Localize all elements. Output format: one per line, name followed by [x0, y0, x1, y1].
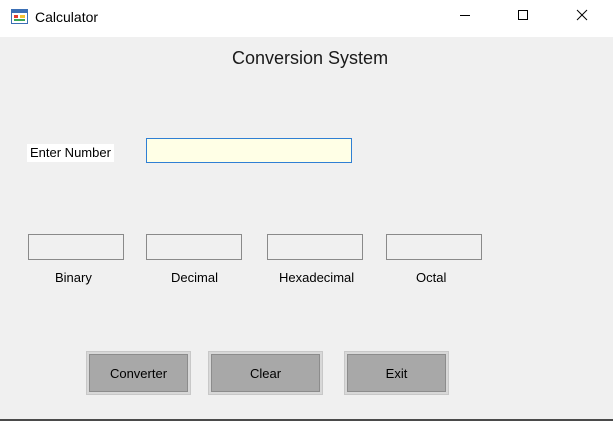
binary-label: Binary [55, 270, 92, 285]
enter-number-label: Enter Number [27, 144, 114, 162]
decimal-label: Decimal [171, 270, 218, 285]
decimal-output-field[interactable] [146, 234, 242, 260]
calculator-window: Calculator Conversion System Enter Numbe… [0, 0, 613, 421]
binary-output-field[interactable] [28, 234, 124, 260]
convert-button[interactable]: Converter [86, 351, 191, 395]
minimize-icon [459, 8, 471, 26]
octal-label: Octal [416, 270, 447, 285]
hexadecimal-label: Hexadecimal [279, 270, 355, 285]
window-title: Calculator [35, 9, 99, 25]
minimize-button[interactable] [442, 0, 488, 33]
maximize-icon [517, 8, 529, 26]
maximize-button[interactable] [500, 0, 546, 33]
page-title: Conversion System [232, 48, 389, 68]
octal-output-field[interactable] [386, 234, 482, 260]
form-area: Conversion System Enter Number Binary De… [0, 37, 613, 419]
app-window-icon [11, 9, 28, 24]
clear-button[interactable]: Clear [208, 351, 323, 395]
close-icon [576, 8, 588, 26]
hexadecimal-output-field[interactable] [267, 234, 363, 260]
close-button[interactable] [559, 0, 605, 33]
title-bar[interactable]: Calculator [0, 0, 613, 37]
number-input[interactable] [146, 138, 352, 163]
exit-button[interactable]: Exit [344, 351, 449, 395]
